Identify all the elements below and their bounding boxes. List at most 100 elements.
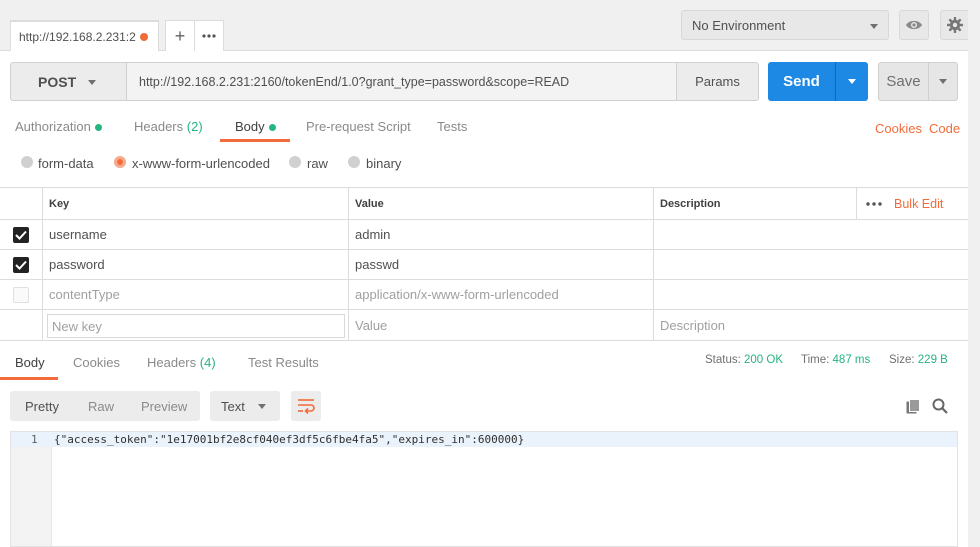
row-value[interactable]: admin [348, 220, 653, 249]
code-link[interactable]: Code [929, 121, 960, 136]
radio-raw[interactable] [289, 156, 301, 168]
bulk-edit-link[interactable]: Bulk Edit [894, 197, 943, 211]
row-key[interactable]: password [42, 250, 348, 279]
chevron-down-icon [870, 24, 878, 29]
row-checkbox[interactable] [13, 226, 29, 243]
row-checkbox[interactable] [13, 286, 29, 303]
radio-raw-label[interactable]: raw [307, 156, 328, 171]
send-label[interactable]: Send [768, 62, 836, 101]
tab-body-label: Body [235, 119, 265, 134]
row-description[interactable] [653, 280, 969, 309]
code-line[interactable]: {"access_token":"1e17001bf2e8cf040ef3df5… [54, 433, 524, 446]
environment-selected: No Environment [692, 17, 786, 33]
send-options-button[interactable] [836, 62, 868, 101]
radio-form-data-label[interactable]: form-data [38, 156, 94, 171]
header-description: Description Bulk Edit [653, 188, 969, 219]
unsaved-dot-icon [140, 33, 148, 41]
row-value[interactable]: application/x-www-form-urlencoded [348, 280, 653, 309]
row-description[interactable] [653, 220, 969, 249]
tab-authorization-label: Authorization [15, 119, 91, 134]
response-body-editor[interactable]: 1 {"access_token":"1e17001bf2e8cf040ef3d… [10, 431, 958, 547]
tab-body[interactable]: Body [235, 119, 276, 134]
headers-count: (2) [186, 119, 203, 134]
resp-tab-headers[interactable]: Headers (4) [147, 355, 216, 370]
new-tab-plus-icon[interactable]: + [166, 21, 195, 51]
resp-tab-test-results[interactable]: Test Results [248, 355, 319, 370]
more-tabs-dots-icon[interactable] [195, 21, 223, 51]
chevron-down-icon [258, 404, 266, 409]
tab-bar: http://192.168.2.231:2 + No Environment [0, 0, 980, 51]
resp-tab-body[interactable]: Body [15, 355, 45, 370]
url-input[interactable]: http://192.168.2.231:2160/tokenEnd/1.0?g… [126, 62, 677, 101]
row-key[interactable]: contentType [42, 280, 348, 309]
tab-prerequest-script[interactable]: Pre-request Script [306, 119, 411, 134]
row-checkbox-cell [0, 310, 42, 340]
table-row: contentType application/x-www-form-urlen… [0, 280, 969, 310]
method-select[interactable]: POST [10, 62, 127, 101]
resp-headers-count: (4) [199, 355, 216, 370]
new-description-input[interactable]: Description [653, 310, 969, 340]
time-label: Time: [801, 354, 830, 366]
send-button[interactable]: Send [768, 62, 868, 101]
line-number: 1 [31, 433, 38, 446]
environment-quick-look-button[interactable] [899, 10, 929, 40]
response-type-value: Text [221, 398, 245, 414]
row-checkbox-cell [0, 220, 42, 249]
save-button[interactable]: Save [878, 62, 958, 101]
tab-tests[interactable]: Tests [437, 119, 467, 134]
radio-binary-label[interactable]: binary [366, 156, 401, 171]
tab-authorization[interactable]: Authorization [15, 119, 102, 134]
search-icon[interactable] [932, 398, 948, 414]
radio-urlencoded-label[interactable]: x-www-form-urlencoded [132, 156, 270, 171]
header-key: Key [42, 188, 348, 219]
url-text: http://192.168.2.231:2160/tokenEnd/1.0?g… [139, 74, 570, 89]
status-dot-icon [94, 124, 102, 132]
table-header-row: Key Value Description Bulk Edit [0, 188, 969, 220]
row-checkbox-cell [0, 250, 42, 279]
method-value: POST [38, 73, 77, 90]
cookies-link[interactable]: Cookies [875, 121, 922, 136]
save-label[interactable]: Save [879, 63, 929, 100]
time-readout: Time: 487 ms [801, 354, 870, 366]
row-checkbox[interactable] [13, 256, 29, 273]
format-raw[interactable]: Raw [88, 399, 114, 414]
header-checkbox-cell [0, 188, 42, 219]
format-pretty[interactable]: Pretty [25, 399, 59, 414]
new-key-cell: New key [42, 310, 348, 340]
wrap-lines-button[interactable] [291, 391, 321, 421]
header-description-label: Description [660, 197, 721, 210]
radio-binary[interactable] [348, 156, 360, 168]
format-preview[interactable]: Preview [141, 399, 187, 414]
chevron-down-icon [848, 79, 856, 84]
response-type-select[interactable]: Text [210, 391, 280, 421]
tab-headers[interactable]: Headers (2) [134, 119, 203, 134]
more-options-dots-icon[interactable] [866, 202, 882, 206]
copy-icon[interactable] [906, 399, 921, 414]
environment-select[interactable]: No Environment [681, 10, 889, 40]
active-response-tab-indicator [0, 377, 58, 380]
row-description[interactable] [653, 250, 969, 279]
checkmark-icon [15, 260, 27, 270]
gear-icon [947, 17, 963, 33]
status-dot-icon [268, 124, 276, 132]
resp-tab-cookies[interactable]: Cookies [73, 355, 120, 370]
new-value-input[interactable]: Value [348, 310, 653, 340]
row-value[interactable]: passwd [348, 250, 653, 279]
resp-tab-headers-label: Headers [147, 355, 197, 370]
save-options-button[interactable] [929, 63, 957, 100]
line-number-gutter [11, 432, 52, 546]
active-tab-indicator [220, 139, 290, 142]
request-tabs: Authorization Headers (2) Body Pre-reque… [0, 112, 980, 142]
manage-environments-button[interactable] [940, 10, 970, 40]
params-button[interactable]: Params [676, 62, 759, 101]
radio-urlencoded[interactable] [114, 156, 126, 168]
new-key-input[interactable]: New key [47, 314, 345, 338]
time-value: 487 ms [832, 354, 871, 366]
request-tab[interactable]: http://192.168.2.231:2 [10, 20, 159, 51]
row-checkbox-cell [0, 280, 42, 309]
radio-form-data[interactable] [21, 156, 33, 168]
column-divider [856, 188, 857, 219]
row-key[interactable]: username [42, 220, 348, 249]
page-scrollbar[interactable] [968, 0, 980, 547]
wrap-lines-icon [298, 399, 315, 414]
